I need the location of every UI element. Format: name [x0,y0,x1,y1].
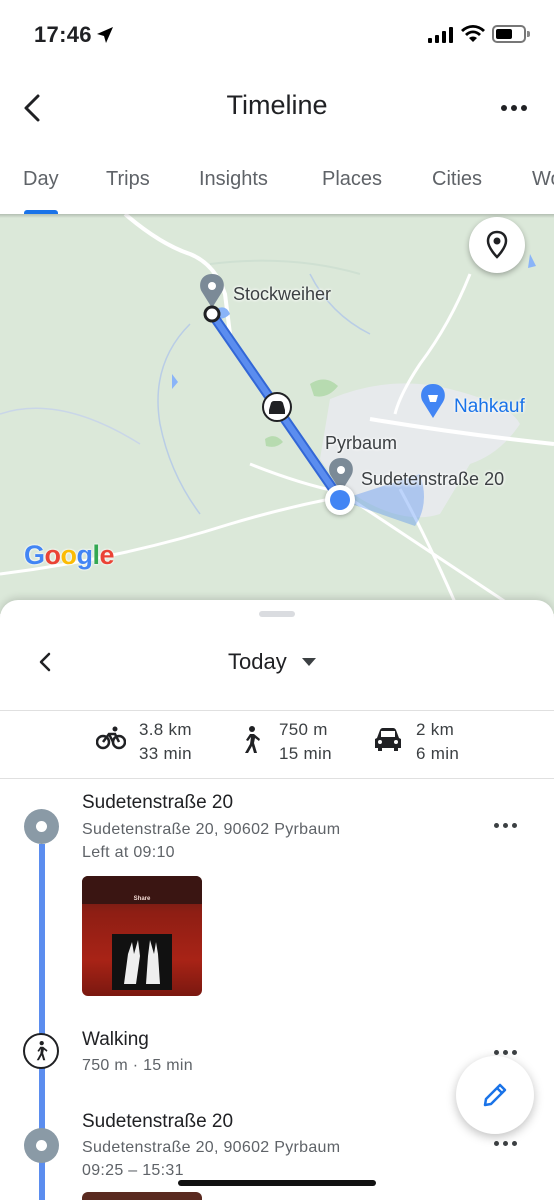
tab-trips[interactable]: Trips [106,168,150,191]
walk-distance: 750 m [279,720,328,739]
place-title[interactable]: Sudetenstraße 20 [82,792,233,814]
walking-segment-icon [23,1033,59,1069]
place-more-icon[interactable] [494,818,524,832]
google-logo-letter: o [44,540,62,570]
tab-places[interactable]: Places [322,168,382,191]
edit-button[interactable] [456,1056,534,1134]
tab-shadow [0,214,554,218]
place-visit-icon [24,809,59,844]
timeline-bottom-sheet: Today 3.8 km 33 min 750 m 15 min 2 km 6 … [0,600,554,1200]
place-address: Sudetenstraße 20, 90602 Pyrbaum [82,1139,341,1156]
google-logo-letter: o [60,540,78,570]
place-photo[interactable]: Share [82,876,202,996]
status-bar: 17:46 [0,0,554,70]
divider [0,778,554,779]
photo-caption: Share [133,896,151,902]
tab-day[interactable]: Day [23,168,59,191]
google-logo-letter: g [76,540,94,570]
car-icon [375,728,401,751]
status-time: 17:46 [34,22,92,47]
map-label-nahkauf[interactable]: Nahkauf [454,396,525,418]
date-selector[interactable]: Today [228,649,287,675]
tab-world[interactable]: World [532,168,554,191]
bike-distance: 3.8 km [139,720,192,739]
walk-duration: 15 min [279,744,332,763]
pencil-icon [483,1083,507,1107]
activity-title[interactable]: Walking [82,1029,149,1051]
tab-cities[interactable]: Cities [432,168,482,191]
battery-icon [492,25,530,43]
location-pin-icon [486,230,508,259]
map-label-sudetenstrasse[interactable]: Sudetenstraße 20 [361,469,504,490]
google-logo-letter: G [24,540,45,570]
google-logo: Google [24,540,115,571]
place-time: 09:25 – 15:31 [82,1162,184,1179]
place-more-icon[interactable] [494,1136,524,1150]
place-photo[interactable] [82,1192,202,1200]
walking-icon [245,726,260,753]
location-arrow-icon [97,27,113,43]
cellular-signal-icon [428,27,453,43]
activity-detail: 750 m · 15 min [82,1057,193,1074]
place-address: Sudetenstraße 20, 90602 Pyrbaum [82,821,341,838]
google-logo-letter: e [99,540,115,570]
map-label-pyrbaum: Pyrbaum [325,433,398,453]
photo-artwork [112,934,172,990]
bike-icon [96,726,126,750]
home-indicator [178,1180,376,1186]
car-duration: 6 min [416,744,460,763]
divider [0,710,554,711]
wifi-icon [461,25,485,42]
google-logo-letter: l [92,540,101,570]
previous-day-icon[interactable] [32,648,60,676]
tab-bar: Day Trips Insights Places Cities World [0,146,554,216]
map-label-stockweiher[interactable]: Stockweiher [233,284,331,305]
sheet-drag-handle[interactable] [259,611,295,617]
more-options-icon[interactable] [494,94,534,122]
place-title[interactable]: Sudetenstraße 20 [82,1111,233,1133]
tab-insights[interactable]: Insights [199,168,268,191]
page-title: Timeline [226,90,328,120]
app-header: Timeline [0,70,554,146]
map-location-button[interactable] [469,217,525,273]
dropdown-caret-icon[interactable] [302,658,316,666]
place-time: Left at 09:10 [82,844,175,861]
place-visit-icon [24,1128,59,1163]
car-distance: 2 km [416,720,455,739]
bike-duration: 33 min [139,744,192,763]
